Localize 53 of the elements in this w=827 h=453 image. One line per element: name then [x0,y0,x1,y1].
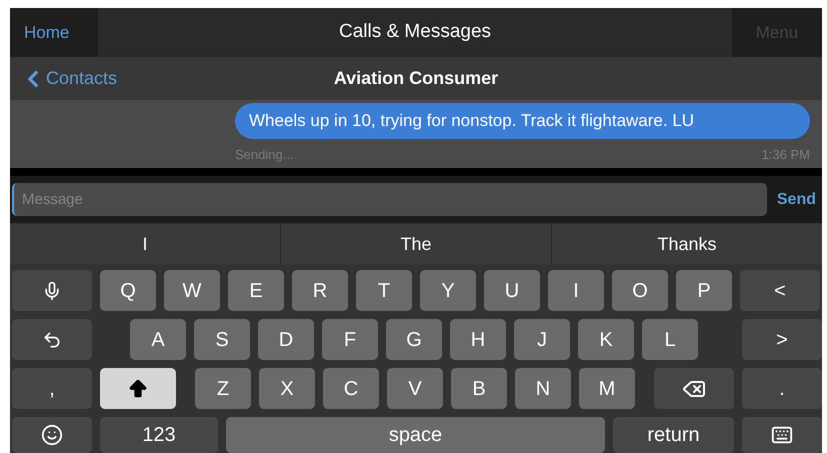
back-button[interactable]: Contacts [10,65,118,92]
letter-key[interactable]: E [228,270,284,311]
emoji-key[interactable] [12,417,92,453]
suggestion[interactable]: The [280,224,551,264]
letter-key[interactable]: S [194,319,250,360]
letter-key[interactable]: D [258,319,314,360]
symbol-key[interactable]: . [742,368,822,409]
letter-key[interactable]: B [451,368,507,409]
letter-key[interactable]: G [386,319,442,360]
numbers-key[interactable]: 123 [100,417,218,453]
letter-key[interactable]: A [130,319,186,360]
letter-key[interactable]: K [578,319,634,360]
symbol-key[interactable]: > [742,319,822,360]
letter-key[interactable]: Y [420,270,476,311]
suggestion[interactable]: Thanks [551,224,822,264]
symbol-key[interactable]: < [740,270,820,311]
undo-icon [42,330,62,350]
letter-key[interactable]: N [515,368,571,409]
letter-key[interactable]: W [164,270,220,311]
conversation-title: Aviation Consumer [334,67,498,90]
letter-key[interactable]: J [514,319,570,360]
microphone-key[interactable] [12,270,92,311]
hide-keyboard-key[interactable] [742,417,822,453]
symbol-key[interactable]: , [12,368,92,409]
shift-arrow-icon [127,378,149,400]
undo-key[interactable] [12,319,92,360]
letter-key[interactable]: H [450,319,506,360]
letter-key[interactable]: Z [195,368,251,409]
return-key[interactable]: return [613,417,734,453]
letter-key[interactable]: Q [100,270,156,311]
message-field[interactable]: Message [12,183,767,216]
app-title: Calls & Messages [338,20,492,44]
suggestion[interactable]: I [10,224,280,264]
letter-key[interactable]: V [387,368,443,409]
letter-key[interactable]: C [323,368,379,409]
letter-key[interactable]: I [548,270,604,311]
letter-key[interactable]: R [292,270,348,311]
home-button[interactable]: Home [10,8,98,57]
smiley-icon [41,424,63,446]
send-button[interactable]: Send [776,188,816,212]
backspace-key[interactable] [654,368,734,409]
letter-key[interactable]: O [612,270,668,311]
letter-key[interactable]: P [676,270,732,311]
letter-key[interactable]: U [484,270,540,311]
letter-key[interactable]: T [356,270,412,311]
message-bubble: Wheels up in 10, trying for nonstop. Track it flightaware. LU [235,103,810,138]
space-key[interactable]: space [226,417,605,453]
keyboard-icon [771,424,793,446]
letter-key[interactable]: F [322,319,378,360]
shift-key[interactable] [100,368,176,409]
letter-key[interactable]: X [259,368,315,409]
letter-key[interactable]: L [642,319,698,360]
letter-key[interactable]: M [579,368,635,409]
